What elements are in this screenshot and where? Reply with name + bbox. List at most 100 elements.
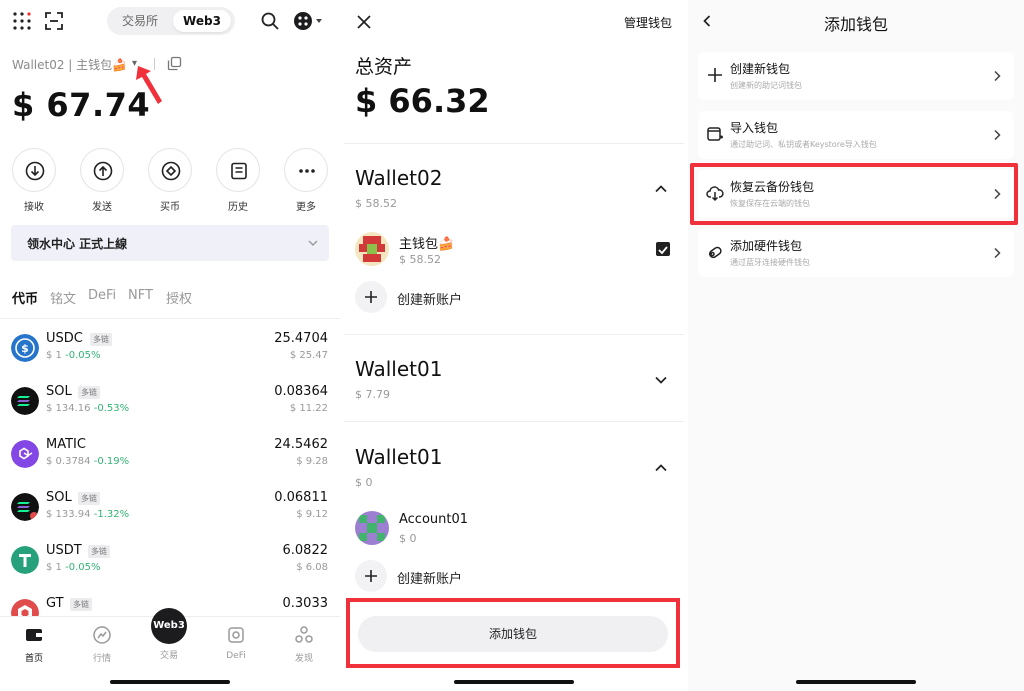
wallet-icon — [26, 629, 42, 641]
history-icon — [231, 162, 247, 180]
token-price: $ 1 — [46, 350, 62, 361]
add-account-button[interactable] — [355, 560, 387, 592]
option-subtitle: 通过蓝牙连接硬件钱包 — [730, 258, 810, 267]
token-price: $ 0.3784 — [46, 456, 91, 467]
wallet-group-value: $ 7.79 — [355, 388, 390, 401]
add-hardware-wallet-option[interactable]: 添加硬件钱包 通过蓝牙连接硬件钱包 — [698, 229, 1014, 277]
send-button[interactable]: 发送 — [79, 148, 125, 213]
account-avatar — [355, 511, 389, 545]
plus-icon — [365, 570, 377, 582]
wallet-group-value: $ 0 — [355, 476, 373, 489]
history-button[interactable]: 历史 — [215, 148, 261, 213]
account-value: $ 0 — [399, 532, 417, 545]
add-wallet-button[interactable]: 添加钱包 — [358, 616, 668, 652]
top-bar: 交易所 Web3 — [0, 6, 340, 36]
divider — [344, 334, 684, 335]
token-price: $ 1 — [46, 562, 62, 573]
account-name[interactable]: 主钱包🍰 — [399, 233, 454, 252]
token-value: $ 11.22 — [289, 403, 328, 414]
token-price: $ 134.16 — [46, 403, 91, 414]
tab-tokens[interactable]: 代币 — [12, 288, 38, 307]
home-indicator — [796, 680, 916, 684]
token-row[interactable]: SOL 多链 $ 134.16 -0.53% 0.08364 $ 11.22 — [0, 381, 340, 433]
nav-defi[interactable]: DeFi — [212, 625, 260, 661]
tab-web3[interactable]: Web3 — [173, 10, 231, 32]
mode-switch: 交易所 Web3 — [107, 7, 235, 35]
chevron-up-icon[interactable] — [654, 461, 668, 475]
discover-icon — [295, 626, 313, 643]
token-price-line: $ 1 -0.05% — [46, 562, 100, 573]
plus-icon — [708, 68, 722, 82]
option-subtitle: 通过助记词、私钥或者Keystore导入钱包 — [730, 140, 877, 149]
chevron-up-icon[interactable] — [654, 182, 668, 196]
wallet-group-name[interactable]: Wallet02 — [355, 166, 442, 190]
apps-grid-icon[interactable] — [12, 11, 32, 31]
token-row[interactable]: USDT 多链 $ 1 -0.05% 6.0822 $ 6.08 — [0, 540, 340, 592]
buy-label: 买币 — [160, 202, 180, 213]
defi-icon — [228, 627, 244, 643]
chevron-right-icon — [994, 129, 1001, 141]
import-wallet-option[interactable]: 导入钱包 通过助记词、私钥或者Keystore导入钱包 — [698, 111, 1014, 159]
wallet-group-name[interactable]: Wallet01 — [355, 445, 442, 469]
token-amount: 24.5462 — [274, 437, 328, 452]
network-selector-icon[interactable] — [292, 10, 326, 32]
promo-text: 领水中心 正式上線 — [27, 237, 128, 251]
close-icon[interactable] — [356, 14, 372, 30]
home-indicator — [454, 680, 574, 684]
tab-approvals[interactable]: 授权 — [166, 288, 192, 307]
manage-wallets-link[interactable]: 管理钱包 — [624, 14, 672, 31]
token-row[interactable]: SOL 多链 $ 133.94 -1.32% 0.06811 $ 9.12 — [0, 487, 340, 539]
nav-home[interactable]: 首页 — [10, 625, 58, 664]
token-change: -0.05% — [65, 562, 101, 573]
wallet-group-name[interactable]: Wallet01 — [355, 357, 442, 381]
selected-check-icon[interactable] — [656, 242, 670, 256]
chevron-right-icon — [994, 247, 1001, 259]
token-change: -0.05% — [65, 350, 101, 361]
divider — [344, 421, 684, 422]
wallet-group-value: $ 58.52 — [355, 197, 397, 210]
option-subtitle: 创建新的助记词钱包 — [730, 81, 802, 90]
sol-icon — [11, 493, 39, 521]
tab-defi[interactable]: DeFi — [88, 288, 116, 303]
usdc-icon: $ — [11, 334, 39, 362]
copy-icon[interactable] — [167, 56, 182, 71]
buy-button[interactable]: 买币 — [147, 148, 193, 213]
token-change: -1.32% — [93, 509, 130, 520]
chevron-down-icon[interactable] — [654, 373, 668, 387]
trade-web3-button[interactable]: Web3 — [151, 608, 187, 644]
tab-exchange[interactable]: 交易所 — [111, 10, 169, 32]
multichain-badge: 多链 — [90, 333, 112, 346]
option-title: 创建新钱包 — [730, 62, 791, 76]
create-wallet-option[interactable]: 创建新钱包 创建新的助记词钱包 — [698, 52, 1014, 100]
home-indicator — [110, 680, 230, 684]
tab-inscriptions[interactable]: 铭文 — [50, 288, 76, 307]
divider — [344, 143, 684, 144]
search-icon[interactable] — [260, 11, 280, 31]
nav-market-label: 行情 — [92, 654, 111, 664]
create-account-label[interactable]: 创建新账户 — [397, 289, 462, 308]
token-row[interactable]: MATIC $ 0.3784 -0.19% 24.5462 $ 9.28 — [0, 434, 340, 486]
highlight-box — [690, 163, 1018, 225]
token-symbol: SOL — [46, 490, 72, 505]
more-icon — [299, 169, 315, 173]
total-assets-label: 总资产 — [355, 56, 413, 78]
token-price: $ 133.94 — [46, 509, 91, 520]
chevron-down-icon — [308, 240, 318, 246]
promo-banner[interactable]: 领水中心 正式上線 — [11, 225, 329, 261]
token-price-line: $ 134.16 -0.53% — [46, 403, 129, 414]
account-name[interactable]: Account01 — [399, 512, 468, 527]
add-account-button[interactable] — [355, 281, 387, 313]
token-value: $ 9.28 — [296, 456, 328, 467]
token-change: -0.19% — [93, 456, 130, 467]
nav-discover[interactable]: 发现 — [280, 625, 328, 664]
wallet-selector[interactable]: Wallet02 | 主钱包🍰 — [12, 56, 127, 73]
create-account-label[interactable]: 创建新账户 — [397, 568, 462, 587]
usdt-icon — [11, 546, 39, 574]
token-symbol: USDC — [46, 331, 83, 346]
more-button[interactable]: 更多 — [283, 148, 329, 213]
token-row[interactable]: $ USDC 多链 $ 1 -0.05% 25.4704 $ 25.47 — [0, 328, 340, 380]
scan-icon[interactable] — [44, 11, 64, 31]
tab-nft[interactable]: NFT — [128, 288, 153, 303]
receive-button[interactable]: 接收 — [11, 148, 57, 213]
nav-market[interactable]: 行情 — [78, 625, 126, 664]
